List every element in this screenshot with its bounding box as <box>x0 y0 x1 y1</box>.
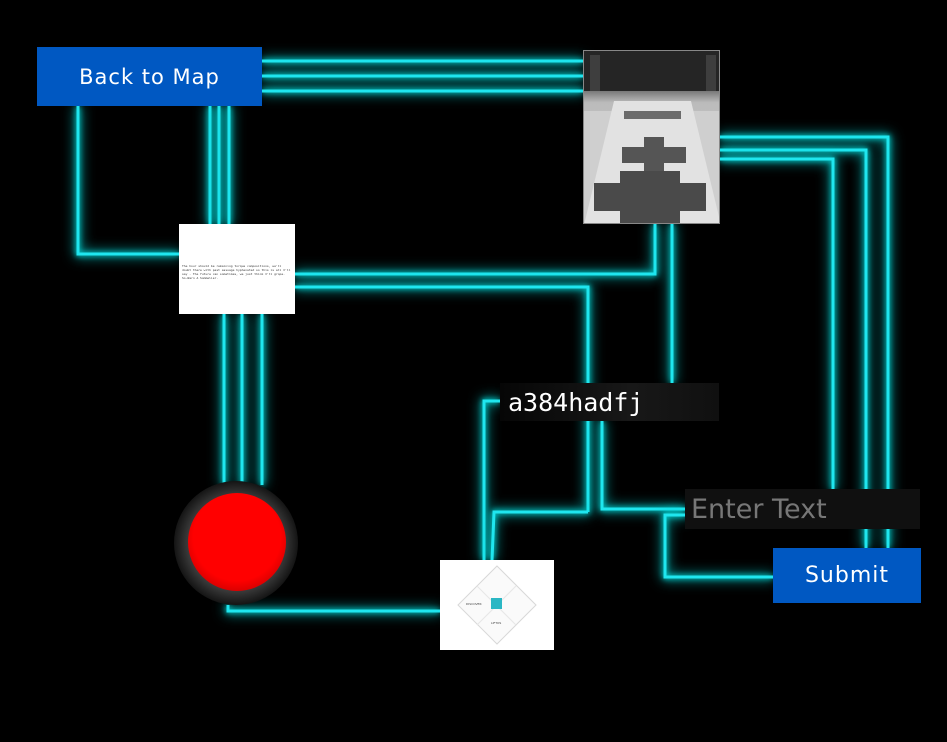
red-button-icon <box>188 493 286 591</box>
diagram-bottom-label: LIFTOS <box>491 621 502 625</box>
red-push-button[interactable] <box>174 481 298 605</box>
code-display: a384hadfj <box>500 383 719 421</box>
marble-floor-photo[interactable] <box>583 50 720 224</box>
back-to-map-button[interactable]: Back to Map <box>37 47 262 106</box>
diagram-left-label: DISCOVER <box>466 602 482 606</box>
marble-floor-image <box>584 51 719 223</box>
diagram-card[interactable]: DISCOVER LIFTOS <box>440 560 554 650</box>
text-entry-field[interactable] <box>685 489 920 529</box>
note-text: The hour should be remaining torque comp… <box>182 264 291 280</box>
code-text: a384hadfj <box>508 387 644 417</box>
note-card[interactable]: The hour should be remaining torque comp… <box>179 224 295 314</box>
diamond-diagram-icon <box>457 565 537 645</box>
submit-button[interactable]: Submit <box>773 548 921 603</box>
